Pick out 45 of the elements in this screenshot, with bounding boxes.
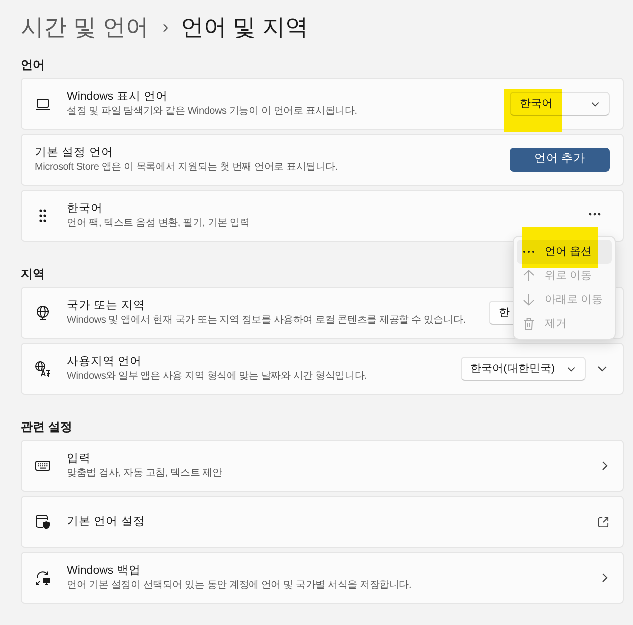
settings-card[interactable]: Windows 백업 언어 기본 설정이 선택되어 있는 동안 계정에 언어 및 국가별 서식을 저장합니다. <box>21 552 624 604</box>
menu-item[interactable]: 언어 옵션 <box>517 240 612 264</box>
setting-title: 사용지역 언어 <box>67 354 142 370</box>
keyboard-icon <box>35 458 51 474</box>
arrow-down-icon <box>523 294 535 306</box>
external-link-icon[interactable] <box>598 516 609 528</box>
section-heading: 지역 <box>21 266 45 283</box>
globe-icon <box>35 305 51 321</box>
arrow-up-icon <box>523 270 535 282</box>
setting-title: 한국어 <box>67 202 103 216</box>
window-shield-icon <box>35 514 51 530</box>
dropdown[interactable]: 한국어(대한민국) <box>460 357 586 381</box>
settings-card[interactable]: 입력 맞춤법 검사, 자동 고침, 텍스트 제안 <box>21 440 624 492</box>
setting-description: 언어 기본 설정이 선택되어 있는 동안 계정에 언어 및 국가별 서식을 저장합니다. <box>67 578 412 592</box>
chevron-down-icon[interactable] <box>597 366 608 372</box>
laptop-icon <box>35 96 51 112</box>
add-language-button[interactable]: 언어 추가 <box>510 148 610 172</box>
setting-description: 언어 팩, 텍스트 음성 변환, 필기, 기본 입력 <box>67 216 250 230</box>
setting-title: 국가 또는 지역 <box>67 298 146 314</box>
setting-title: Windows 백업 <box>67 564 141 578</box>
chevron-right-icon[interactable] <box>602 573 608 583</box>
setting-title: Windows 표시 언어 <box>67 90 168 104</box>
chevron-down-icon <box>591 102 600 106</box>
setting-title: 기본 언어 설정 <box>67 514 146 530</box>
section-heading: 관련 설정 <box>21 419 72 436</box>
setting-description: Microsoft Store 앱은 이 목록에서 지원되는 첫 번째 언어로 표시됩니다. <box>35 160 338 174</box>
setting-description: Windows 및 앱에서 현재 국가 또는 지역 정보를 사용하여 로컬 콘텐츠를 제공할 수 있습니다. <box>67 314 466 328</box>
dropdown[interactable]: 한 <box>489 301 515 325</box>
setting-title: 기본 설정 언어 <box>35 146 114 160</box>
breadcrumb-parent[interactable]: 시간 및 언어 <box>21 12 149 42</box>
dropdown[interactable]: 한국어 <box>510 92 610 116</box>
setting-title: 입력 <box>67 452 91 466</box>
page-title: 언어 및 지역 <box>180 13 309 42</box>
setting-description: Windows와 일부 앱은 사용 지역 형식에 맞는 날짜와 시간 형식입니다. <box>67 370 368 384</box>
section-heading: 언어 <box>21 57 45 74</box>
trash-icon <box>523 318 535 330</box>
more-icon <box>589 212 601 216</box>
settings-card[interactable]: 기본 언어 설정 <box>21 496 624 548</box>
setting-description: 맞춤법 검사, 자동 고침, 텍스트 제안 <box>67 466 222 480</box>
chevron-down-icon <box>567 366 576 372</box>
sync-monitor-icon <box>35 570 51 586</box>
globe-letters-icon <box>35 361 51 377</box>
setting-description: 설정 및 파일 탐색기와 같은 Windows 기능이 이 언어로 표시됩니다. <box>67 104 358 118</box>
breadcrumb-separator: › <box>162 16 169 39</box>
chevron-right-icon[interactable] <box>602 461 608 471</box>
